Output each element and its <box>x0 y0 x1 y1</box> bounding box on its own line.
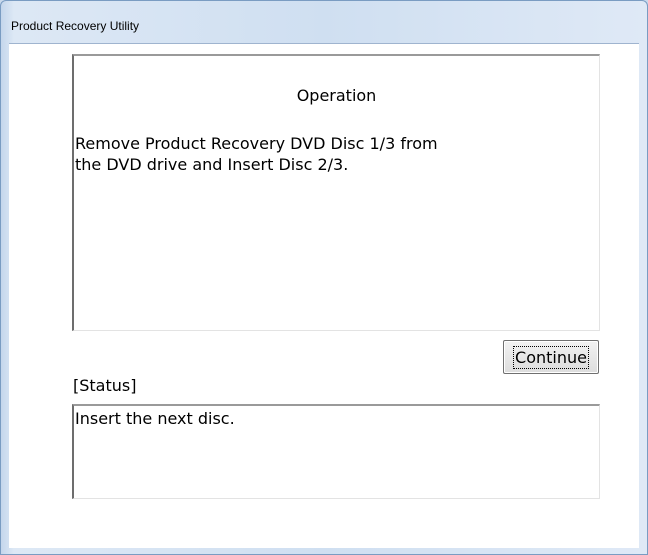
app-window: Product Recovery Utility Operation Remov… <box>0 0 648 555</box>
window-title: Product Recovery Utility <box>11 19 140 33</box>
continue-button-label: Continue <box>513 345 589 369</box>
continue-button[interactable]: Continue <box>503 340 599 374</box>
status-panel: Insert the next disc. <box>72 404 600 499</box>
operation-panel: Operation Remove Product Recovery DVD Di… <box>72 54 600 331</box>
title-bar[interactable]: Product Recovery Utility <box>1 1 647 41</box>
operation-message: Remove Product Recovery DVD Disc 1/3 fro… <box>75 133 515 175</box>
operation-message-line: Remove Product Recovery DVD Disc 1/3 fro… <box>75 134 438 153</box>
window-client-area: Operation Remove Product Recovery DVD Di… <box>9 43 639 548</box>
operation-heading: Operation <box>296 86 377 105</box>
status-message: Insert the next disc. <box>75 409 235 428</box>
status-label: [Status] <box>73 376 137 395</box>
operation-message-line: the DVD drive and Insert Disc 2/3. <box>75 155 349 174</box>
